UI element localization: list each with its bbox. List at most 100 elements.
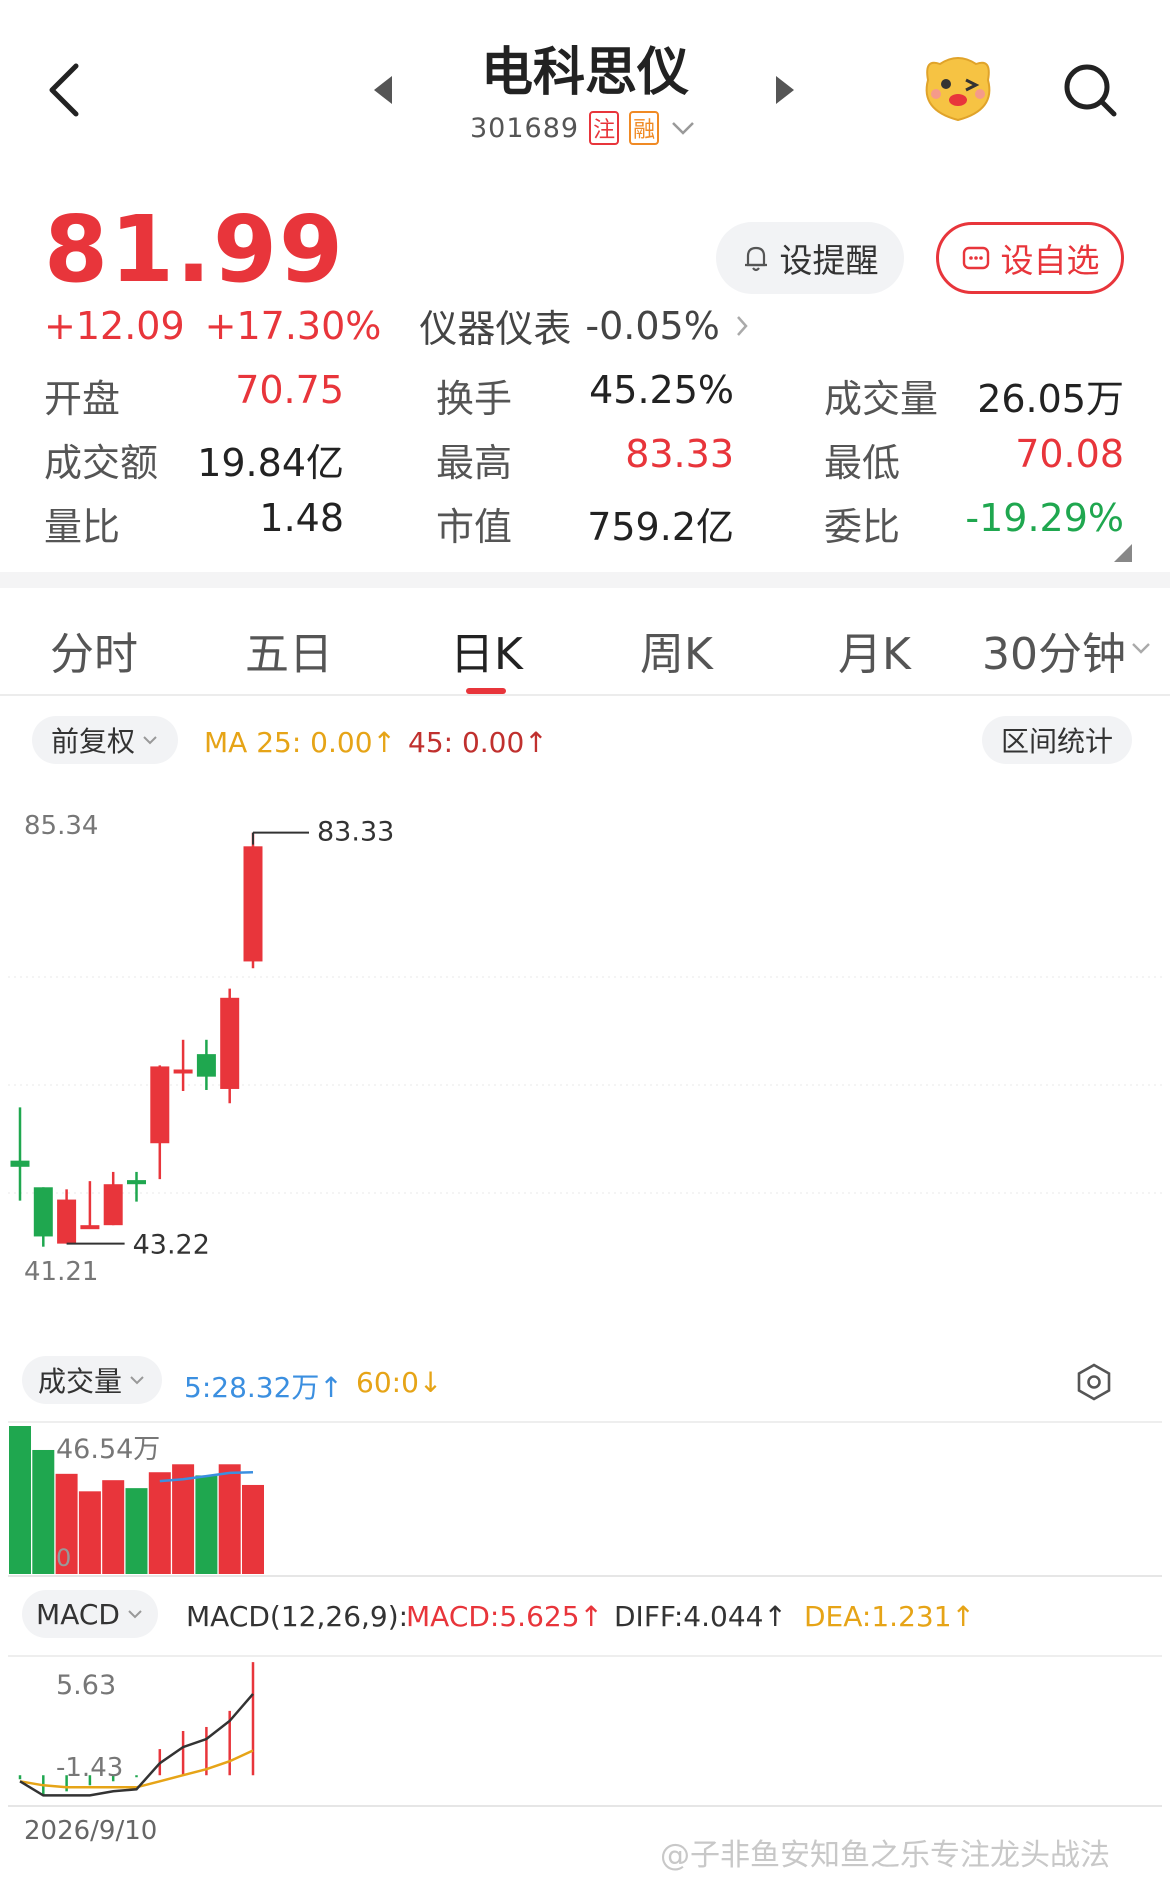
kline-chart[interactable]: 85.34 41.21 83.33 43.22 [0, 790, 1170, 1330]
chevron-down-icon[interactable] [1130, 640, 1152, 656]
dea-value: DEA:1.231↑ [804, 1600, 975, 1633]
tab-weekly-k[interactable]: 周K [640, 618, 713, 682]
mascot-icon[interactable] [918, 50, 998, 126]
search-icon[interactable] [1060, 60, 1120, 120]
margin-tag: 融 [629, 111, 660, 145]
price-axis-top: 85.34 [24, 811, 98, 841]
tab-intraday[interactable]: 分时 [50, 618, 138, 682]
stat-label-high: 最高 [436, 441, 513, 485]
price-change: +12.09 [44, 303, 185, 348]
price-change-pct: +17.30% [204, 303, 382, 348]
stat-label-order-ratio: 委比 [824, 505, 901, 549]
range-stats-button[interactable]: 区间统计 [982, 716, 1132, 764]
back-icon[interactable] [40, 60, 90, 120]
last-price: 81.99 [44, 196, 346, 303]
candle-body [80, 1225, 100, 1230]
industry-name: 仪器仪表 [419, 307, 572, 351]
set-alert-button[interactable]: 设提醒 [716, 222, 904, 294]
macd-value: MACD:5.625↑ [406, 1600, 603, 1633]
stat-label-amount: 成交额 [44, 441, 159, 485]
adjust-dropdown[interactable]: 前复权 [32, 716, 178, 764]
stat-value-order-ratio: -19.29% [965, 496, 1124, 540]
stat-value-low: 70.08 [1015, 432, 1124, 476]
stat-label-low: 最低 [824, 441, 901, 485]
chevron-down-icon [143, 736, 157, 745]
macd-title: MACD [36, 1597, 120, 1631]
tab-30min[interactable]: 30分钟 [982, 618, 1126, 682]
macd-axis-top: 5.63 [56, 1670, 116, 1701]
stat-value-high: 83.33 [625, 432, 734, 476]
volume-indicator-dropdown[interactable]: 成交量 [22, 1356, 162, 1404]
chevron-down-icon [130, 1376, 144, 1385]
candle-body [10, 1160, 30, 1167]
stock-name: 电科思仪 [480, 43, 689, 103]
next-arrow-icon[interactable] [770, 72, 800, 108]
stat-value-volume-ratio: 1.48 [259, 496, 344, 540]
chart-period-tabs: 分时 五日 日K 周K 月K 30分钟 [0, 604, 1170, 696]
stat-value-market-cap: 759.2亿 [587, 505, 734, 549]
candle-body [103, 1184, 123, 1226]
stat-value-turnover: 45.25% [589, 368, 734, 412]
header: 电科思仪 301689 注 融 [0, 0, 1170, 180]
tab-daily-k[interactable]: 日K [450, 618, 523, 682]
tab-monthly-k[interactable]: 月K [838, 618, 911, 682]
stat-label-volume-ratio: 量比 [44, 505, 121, 549]
volume-bar [195, 1475, 218, 1574]
set-alert-label: 设提醒 [779, 241, 879, 280]
dea-line [19, 1749, 254, 1789]
low-mark-label: 43.22 [133, 1230, 210, 1261]
candles [10, 832, 263, 1247]
volume-bar [148, 1472, 171, 1574]
volume-title: 成交量 [37, 1365, 122, 1398]
candle-body [33, 1187, 53, 1237]
candle-body [173, 1069, 193, 1074]
expand-corner-icon[interactable] [1114, 544, 1132, 562]
macd-toolbar: MACD MACD(12,26,9): MACD:5.625↑ DIFF:4.0… [0, 1590, 1170, 1646]
registered-tag: 注 [589, 111, 620, 145]
stats-grid: 开盘 70.75 换手 45.25% 成交量 26.05万 成交额 19.84亿… [44, 364, 1124, 556]
volume-bar [102, 1480, 125, 1574]
price-axis-bottom: 41.21 [24, 1257, 98, 1287]
industry-link[interactable]: 仪器仪表 -0.05% [419, 298, 749, 353]
tab-five-day[interactable]: 五日 [245, 618, 333, 682]
candle-body [127, 1180, 146, 1185]
settings-hex-icon[interactable] [1074, 1362, 1114, 1402]
chevron-right-icon [736, 315, 748, 336]
stock-code-row[interactable]: 301689 注 融 [470, 108, 697, 148]
diff-line [19, 1693, 254, 1797]
add-watchlist-button[interactable]: 设自选 [936, 222, 1124, 294]
range-stats-label: 区间统计 [1000, 725, 1113, 758]
volume-ma60: 60:0↓ [356, 1366, 443, 1399]
stat-value-amount: 19.84亿 [197, 441, 344, 485]
volume-chart[interactable]: 46.54万 0 [0, 1420, 1170, 1580]
volume-toolbar: 成交量 5:28.32万↑ 60:0↓ [0, 1356, 1170, 1412]
diff-value: DIFF:4.044↑ [614, 1600, 787, 1633]
adjust-label: 前复权 [50, 725, 135, 758]
industry-change: -0.05% [585, 303, 720, 348]
high-mark-label: 83.33 [317, 817, 394, 848]
stock-code: 301689 [470, 112, 580, 144]
chevron-down-icon[interactable] [669, 118, 697, 138]
stat-value-volume: 26.05万 [977, 377, 1124, 421]
macd-indicator-dropdown[interactable]: MACD [22, 1590, 158, 1638]
stat-value-open: 70.75 [235, 368, 344, 412]
watchlist-icon [962, 246, 989, 270]
stats-row: 成交额 19.84亿 最高 83.33 最低 70.08 [44, 428, 1124, 492]
candle-body [220, 997, 240, 1089]
volume-bar [125, 1488, 148, 1574]
section-divider [0, 572, 1170, 588]
candle-body [243, 846, 263, 962]
candle-body [150, 1066, 170, 1144]
volume-bar [218, 1464, 241, 1574]
stat-label-open: 开盘 [44, 377, 121, 421]
volume-axis-top: 46.54万 [56, 1434, 160, 1465]
chevron-down-icon [128, 1610, 142, 1619]
date-label: 2026/9/10 [24, 1816, 158, 1846]
active-tab-indicator [466, 688, 506, 694]
stats-row: 开盘 70.75 换手 45.25% 成交量 26.05万 [44, 364, 1124, 428]
stat-label-market-cap: 市值 [436, 505, 513, 549]
macd-chart[interactable]: 5.63 -1.43 [0, 1654, 1170, 1814]
macd-axis-bottom: -1.43 [56, 1753, 123, 1783]
volume-bar [78, 1491, 101, 1574]
prev-arrow-icon[interactable] [368, 72, 398, 108]
